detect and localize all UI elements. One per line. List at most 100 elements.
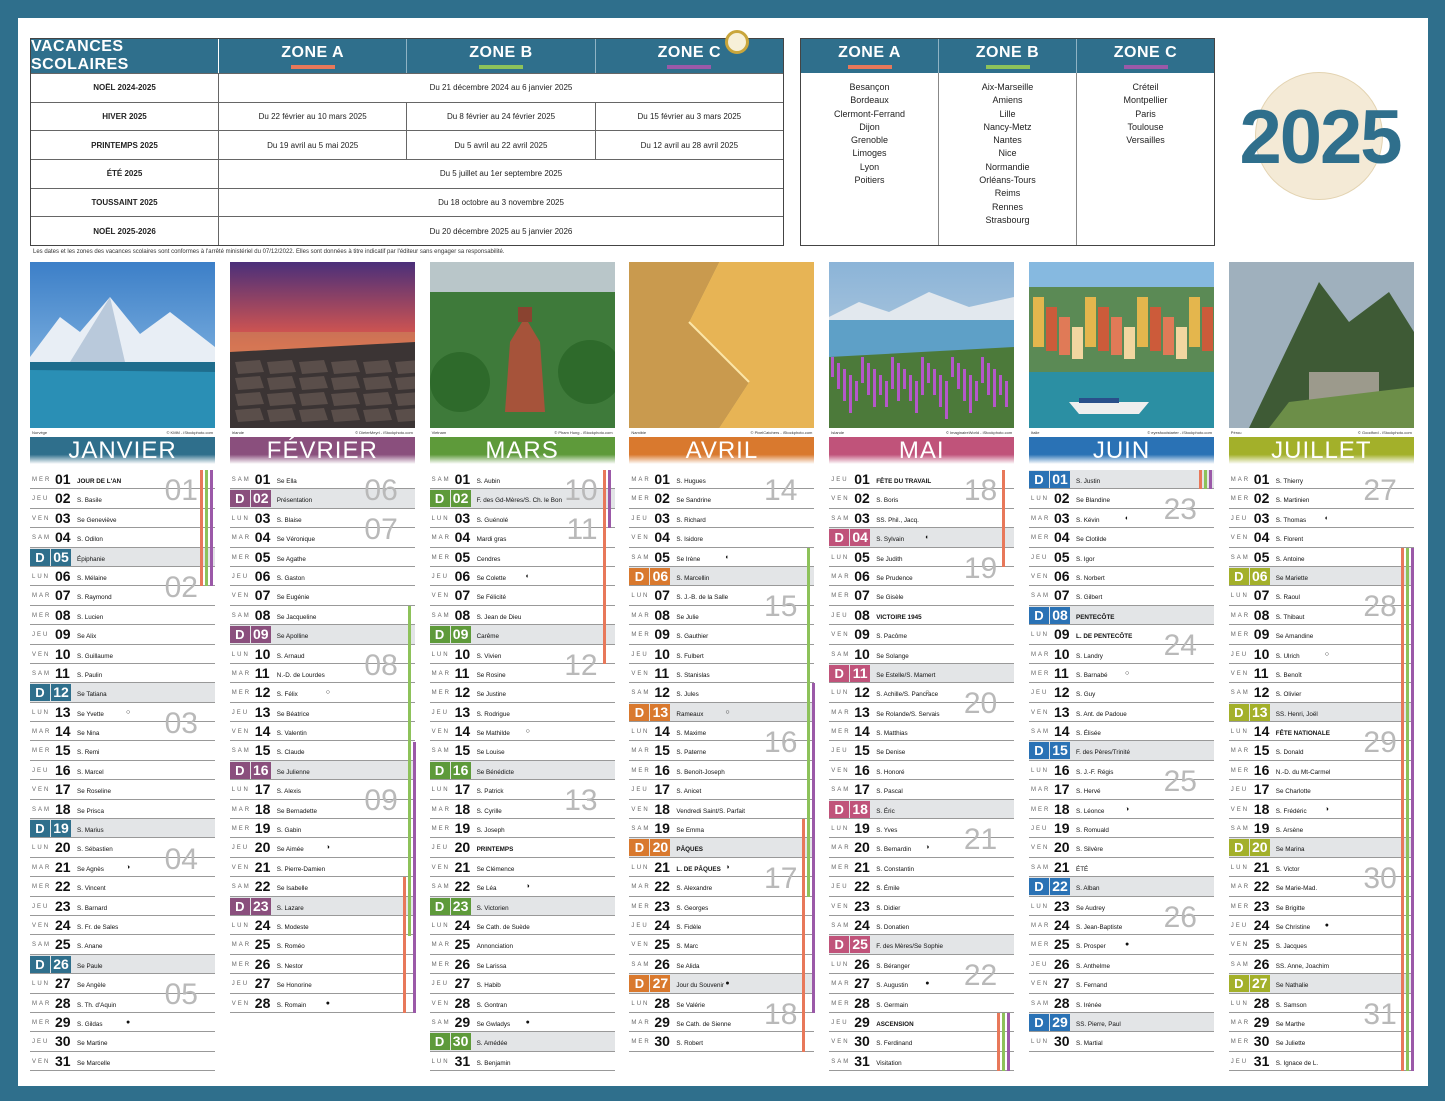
day-row: MER 09 Se Amandine: [1228, 625, 1414, 645]
day-row: MER 25 S. Prosper ●: [1029, 935, 1214, 955]
day-row: VEN 11 S. Stanislas: [629, 664, 815, 684]
days-list: D 01 S. Justin LUN 02 Se Blandine MAR 03 S. Kévi…: [1029, 470, 1214, 1052]
weekday-label: LUN: [431, 515, 450, 522]
saint-name: S. Arsène: [1275, 827, 1304, 835]
weekday-label: SAM: [831, 1058, 851, 1065]
weekday-label: LUN: [32, 981, 51, 988]
day-row: JEU 06 S. Gaston: [229, 567, 415, 587]
day-number: 24: [55, 916, 71, 933]
day-row: MER 12 S. Félix ○: [229, 683, 415, 703]
city-name: Dijon: [859, 121, 880, 132]
week-number: 30: [1363, 862, 1397, 895]
week-number: 26: [1163, 900, 1197, 934]
city-name: Versailles: [1126, 135, 1165, 146]
weekday-label: MER: [1031, 670, 1051, 677]
saint-name: Se Colette: [476, 574, 506, 582]
weekday-label: MER: [231, 690, 252, 697]
saint-name: S. Thierry: [1275, 478, 1303, 485]
zone-b-header: ZONE B: [407, 39, 596, 73]
day-number: 23: [1054, 897, 1070, 914]
saint-name: S. Lazare: [276, 904, 304, 912]
day-row: SAM 10 Se Solange: [829, 645, 1015, 664]
saint-name: Se Clémence: [476, 865, 515, 873]
saint-name: S. Émile: [876, 885, 900, 893]
saint-name: S. Yves: [876, 827, 898, 835]
day-number: 23: [654, 897, 670, 914]
saint-name: PENTECÔTE: [1076, 613, 1115, 621]
weekday-label: SAM: [32, 942, 52, 949]
weekday-label: JEU: [1031, 690, 1049, 697]
saint-name: S. Martinien: [1275, 497, 1310, 505]
day-row: D 04 S. Sylvain ◐: [829, 528, 1015, 548]
weekday-label: JEU: [431, 709, 449, 716]
day-row: D 20 Se Marina: [1228, 838, 1414, 858]
day-number: 11: [454, 664, 470, 681]
holiday-zone-bar: [1405, 547, 1409, 1072]
zone-b-color-bar: [985, 64, 1030, 69]
holidays-title: VACANCES SCOLAIRES: [31, 38, 219, 73]
day-number: 26: [654, 955, 670, 972]
weekday-label: MAR: [1230, 612, 1251, 619]
weekday-label: LUN: [1230, 593, 1249, 600]
saint-name: Se Jacqueline: [276, 613, 317, 621]
weekday-label: MER: [631, 496, 651, 503]
saint-name: Se Mariette: [1275, 574, 1308, 582]
saint-name: S. Marcellin: [676, 574, 710, 582]
day-row: MER 05 Cendres: [429, 548, 615, 567]
moon-phase-icon: ○: [1324, 650, 1330, 658]
holiday-row: NOËL 2024-2025 Du 21 décembre 2024 au 6 j…: [31, 73, 783, 102]
saint-name: Se Audrey: [1076, 904, 1106, 912]
saint-name: Se Agnès: [77, 865, 104, 873]
day-row: MER 23 Se Brigitte: [1228, 897, 1414, 916]
weekday-label: SAM: [1230, 826, 1250, 833]
day-row: MER 18 S. Léonce ◑: [1029, 800, 1214, 820]
saint-name: Se Aimée: [276, 846, 304, 854]
weekday-label: MAR: [831, 709, 851, 716]
day-number: 06: [454, 567, 471, 584]
day-number: 25: [654, 936, 670, 953]
day-number: 15: [1050, 742, 1070, 760]
sunday-marker: D: [30, 684, 50, 702]
saint-name: S. Arnaud: [276, 652, 305, 660]
weekday-label: JEU: [431, 845, 449, 852]
weekday-label: MER: [431, 961, 451, 968]
saint-name: S. Anicet: [676, 788, 702, 796]
day-number: 08: [254, 606, 271, 623]
day-number: 19: [1054, 820, 1070, 837]
day-number: 25: [254, 936, 271, 953]
saint-name: S. Élisée: [1076, 730, 1101, 738]
saint-name: Visitation: [876, 1059, 902, 1067]
saint-name: Mardi gras: [476, 536, 507, 544]
day-number: 13: [454, 703, 471, 720]
day-number: 26: [254, 955, 271, 972]
saint-name: Annonciation: [476, 943, 514, 951]
week-number: 14: [764, 474, 798, 507]
weekday-label: SAM: [831, 922, 851, 929]
city-name: Toulouse: [1127, 121, 1164, 132]
weekday-label: LUN: [1031, 632, 1050, 639]
weekday-label: LUN: [1031, 767, 1050, 774]
city-name: Besançon: [849, 82, 890, 92]
day-row: SAM 08 S. Jean de Dieu: [429, 606, 615, 626]
day-row: VEN 11 S. Benoît: [1228, 664, 1414, 684]
holiday-dates: Du 5 juillet au 1er septembre 2025: [439, 169, 563, 179]
day-number: 16: [1253, 761, 1270, 778]
saint-name: S. Odilon: [77, 536, 103, 544]
moon-phase-icon: ◑: [925, 844, 930, 852]
holiday-zone-bar: [402, 877, 406, 1014]
saint-name: S. Cyrille: [476, 807, 502, 815]
holiday-period-label: NOËL 2024-2025: [31, 74, 219, 102]
weekday-label: MER: [631, 632, 651, 639]
day-number: 22: [254, 878, 271, 895]
saint-name: ASCENSION: [876, 1020, 914, 1028]
day-row: MER 21 S. Constantin: [829, 858, 1015, 878]
day-number: 08: [654, 606, 670, 623]
weekday-label: JEU: [831, 1019, 849, 1026]
holiday-zone-bar: [1400, 547, 1404, 1072]
day-row: SAM 08 Se Jacqueline: [229, 606, 415, 626]
city-name: Bordeaux: [850, 95, 889, 106]
weekday-label: MER: [1230, 1039, 1251, 1046]
weekday-label: LUN: [231, 515, 250, 522]
weekday-label: SAM: [231, 612, 251, 619]
saint-name: Se Tatiana: [77, 691, 107, 699]
